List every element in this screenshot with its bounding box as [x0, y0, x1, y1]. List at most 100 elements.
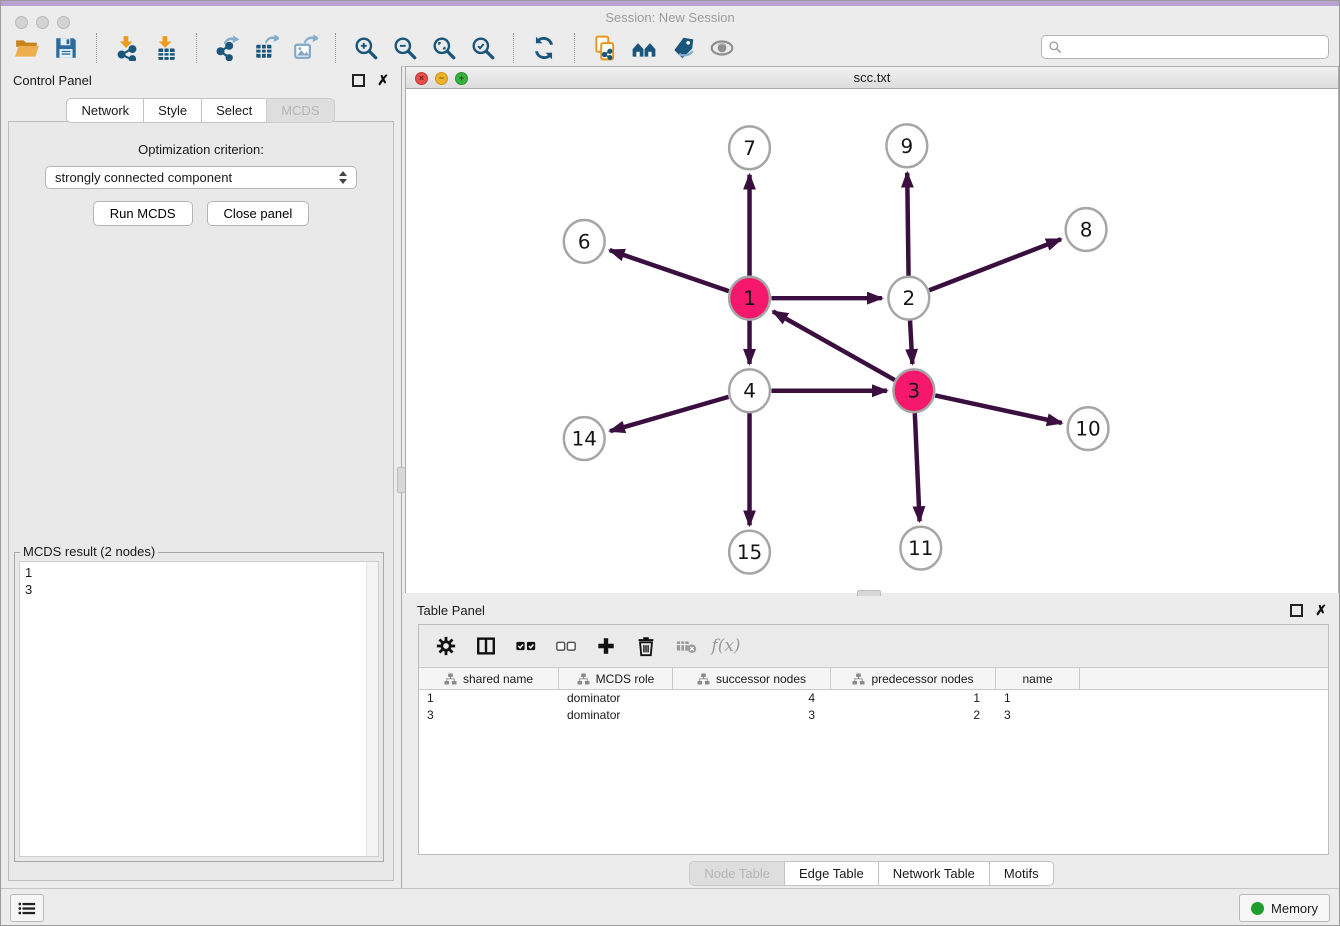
table-settings-gear-icon[interactable]: [431, 631, 461, 661]
import-network-icon[interactable]: [111, 32, 143, 64]
close-panel-icon[interactable]: ✗: [377, 73, 389, 87]
node-4[interactable]: 4: [729, 369, 770, 412]
toolbar-separator: [513, 33, 514, 63]
window-controls: [15, 16, 70, 29]
node-11[interactable]: 11: [900, 527, 941, 570]
toolbar-separator: [96, 33, 97, 63]
export-network-icon[interactable]: [211, 32, 243, 64]
annotations-icon[interactable]: [667, 32, 699, 64]
edge-2-to-8[interactable]: [929, 239, 1061, 290]
zoom-in-icon[interactable]: [350, 32, 382, 64]
function-builder-icon: f(x): [711, 631, 741, 661]
node-9[interactable]: 9: [886, 124, 927, 167]
application-window: Session: New Session: [0, 0, 1340, 926]
criterion-select[interactable]: strongly connected component: [45, 166, 357, 189]
float-table-panel-icon[interactable]: [1290, 604, 1303, 617]
cell-predecessor-nodes: 2: [831, 707, 996, 724]
node-15[interactable]: 15: [729, 531, 770, 574]
close-window-button[interactable]: [15, 16, 28, 29]
search-icon: [1048, 40, 1062, 54]
list-icon: [18, 901, 36, 916]
tab-edge-table[interactable]: Edge Table: [784, 861, 879, 886]
column-sort-icon: [697, 673, 710, 685]
zoom-selected-icon[interactable]: [467, 32, 499, 64]
node-1[interactable]: 1: [729, 277, 770, 320]
result-line: 1: [20, 564, 378, 581]
node-table: f(x) shared name MCDS role successor nod…: [418, 624, 1329, 855]
column-header-successor-nodes[interactable]: successor nodes: [673, 668, 831, 689]
network-canvas[interactable]: 7 9 6 8 1 2 4 3 14 10 15 11: [405, 89, 1339, 593]
table-row[interactable]: 3dominator323: [419, 707, 1328, 724]
edge-3-to-1[interactable]: [773, 311, 895, 380]
deselect-all-checkboxes-icon[interactable]: [551, 631, 581, 661]
open-file-icon[interactable]: [11, 32, 43, 64]
network-minimize-button[interactable]: −: [435, 72, 448, 85]
search-box[interactable]: [1041, 35, 1329, 59]
zoom-window-button[interactable]: [57, 16, 70, 29]
network-window-titlebar[interactable]: × − + scc.txt: [405, 66, 1339, 89]
column-header-predecessor-nodes[interactable]: predecessor nodes: [831, 668, 996, 689]
table-row[interactable]: 1dominator411: [419, 690, 1328, 707]
refresh-view-icon[interactable]: [528, 32, 560, 64]
toggle-column-icon[interactable]: [471, 631, 501, 661]
edge-1-to-6[interactable]: [610, 250, 729, 291]
mcds-result-group: MCDS result (2 nodes) 13: [14, 552, 384, 862]
import-table-icon[interactable]: [150, 32, 182, 64]
zoom-out-icon[interactable]: [389, 32, 421, 64]
mcds-result-textarea[interactable]: 13: [19, 561, 379, 857]
tab-select[interactable]: Select: [201, 98, 267, 123]
tab-network-table[interactable]: Network Table: [878, 861, 990, 886]
node-label: 7: [743, 137, 756, 160]
toolbar-separator: [335, 33, 336, 63]
result-scrollbar[interactable]: [366, 562, 378, 856]
cell-successor-nodes: 3: [673, 707, 831, 724]
export-image-icon[interactable]: [289, 32, 321, 64]
node-label: 2: [903, 287, 916, 310]
node-6[interactable]: 6: [564, 220, 605, 263]
float-panel-icon[interactable]: [352, 74, 365, 87]
select-all-checkboxes-icon[interactable]: [511, 631, 541, 661]
node-14[interactable]: 14: [564, 417, 605, 460]
cell-mcds-role: dominator: [559, 707, 673, 724]
close-table-panel-icon[interactable]: ✗: [1315, 603, 1327, 617]
search-input[interactable]: [1067, 39, 1322, 56]
node-10[interactable]: 10: [1068, 407, 1109, 450]
toolbar-separator: [196, 33, 197, 63]
task-history-button[interactable]: [10, 894, 44, 922]
column-sort-icon: [577, 673, 590, 685]
tab-mcds[interactable]: MCDS: [266, 98, 334, 123]
column-header-name[interactable]: name: [996, 668, 1080, 689]
node-label: 15: [737, 541, 762, 564]
home-icon[interactable]: [628, 32, 660, 64]
network-graph[interactable]: 7 9 6 8 1 2 4 3 14 10 15 11: [406, 89, 1338, 593]
memory-button[interactable]: Memory: [1239, 894, 1330, 922]
duplicate-network-icon[interactable]: [589, 32, 621, 64]
show-hide-eye-icon[interactable]: [706, 32, 738, 64]
node-7[interactable]: 7: [729, 126, 770, 169]
result-line: 3: [20, 581, 378, 598]
node-2[interactable]: 2: [888, 277, 929, 320]
save-session-icon[interactable]: [50, 32, 82, 64]
network-close-button[interactable]: ×: [415, 72, 428, 85]
tab-motifs[interactable]: Motifs: [989, 861, 1054, 886]
close-panel-button[interactable]: Close panel: [207, 201, 310, 226]
node-3[interactable]: 3: [893, 369, 934, 412]
node-8[interactable]: 8: [1066, 208, 1107, 251]
network-maximize-button[interactable]: +: [455, 72, 468, 85]
delete-column-trash-icon[interactable]: [631, 631, 661, 661]
add-column-icon[interactable]: [591, 631, 621, 661]
zoom-fit-icon[interactable]: [428, 32, 460, 64]
export-table-icon[interactable]: [250, 32, 282, 64]
column-header-mcds-role[interactable]: MCDS role: [559, 668, 673, 689]
run-mcds-button[interactable]: Run MCDS: [93, 201, 193, 226]
edge-4-to-14[interactable]: [610, 397, 728, 431]
tab-node-table[interactable]: Node Table: [689, 861, 785, 886]
edge-3-to-11[interactable]: [915, 413, 920, 522]
tab-style[interactable]: Style: [143, 98, 202, 123]
edge-2-to-3[interactable]: [910, 320, 912, 364]
column-header-shared-name[interactable]: shared name: [419, 668, 559, 689]
edge-3-to-10[interactable]: [935, 395, 1062, 422]
edge-2-to-9[interactable]: [907, 173, 908, 277]
tab-network[interactable]: Network: [66, 98, 144, 123]
minimize-window-button[interactable]: [36, 16, 49, 29]
